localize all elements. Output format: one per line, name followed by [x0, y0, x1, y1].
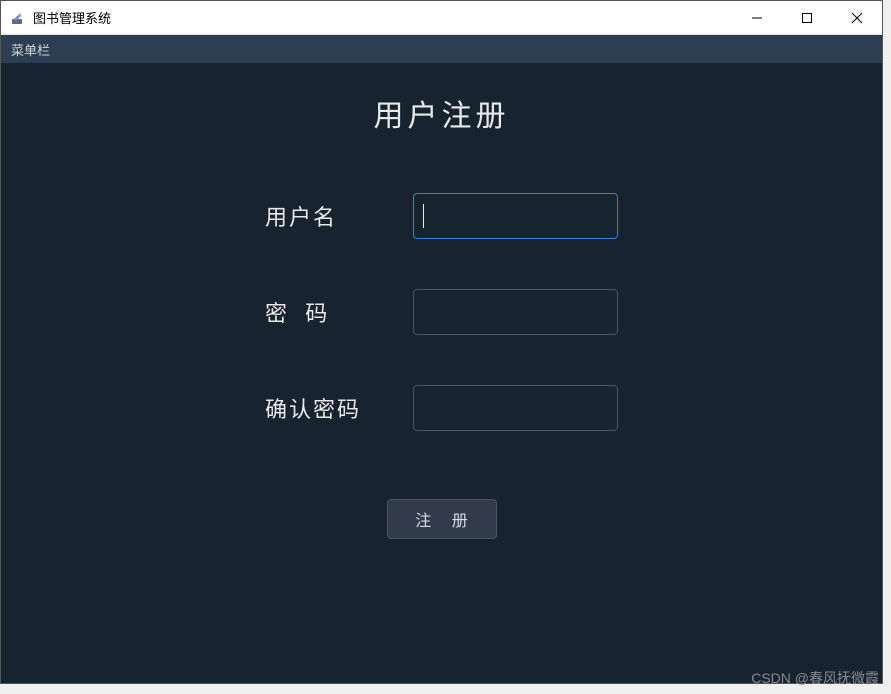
password-row: 密 码 [265, 289, 618, 335]
content-area: 用户注册 用户名 密 码 确认密码 注 册 [1, 63, 882, 683]
password-input[interactable] [413, 289, 618, 335]
watermark: CSDN @春风抚微霞 [751, 668, 879, 688]
confirm-password-input[interactable] [413, 385, 618, 431]
titlebar: 图书管理系统 [1, 1, 882, 35]
window-controls [732, 1, 882, 34]
username-input[interactable] [413, 193, 618, 239]
app-window: 图书管理系统 菜单栏 用户注册 用户名 密 码 [0, 0, 883, 684]
minimize-button[interactable] [732, 1, 782, 34]
menubar: 菜单栏 [1, 35, 882, 63]
username-row: 用户名 [265, 193, 618, 239]
page-title: 用户注册 [374, 91, 510, 135]
close-button[interactable] [832, 1, 882, 34]
username-label: 用户名 [265, 200, 395, 232]
register-button[interactable]: 注 册 [387, 499, 497, 539]
password-label: 密 码 [265, 296, 395, 328]
confirm-password-row: 确认密码 [265, 385, 618, 431]
menubar-item-menu[interactable]: 菜单栏 [11, 40, 50, 59]
register-button-label: 注 册 [407, 507, 475, 531]
text-cursor [423, 204, 424, 228]
maximize-button[interactable] [782, 1, 832, 34]
confirm-password-label: 确认密码 [265, 392, 395, 424]
window-title: 图书管理系统 [33, 8, 732, 27]
app-icon [9, 9, 27, 27]
